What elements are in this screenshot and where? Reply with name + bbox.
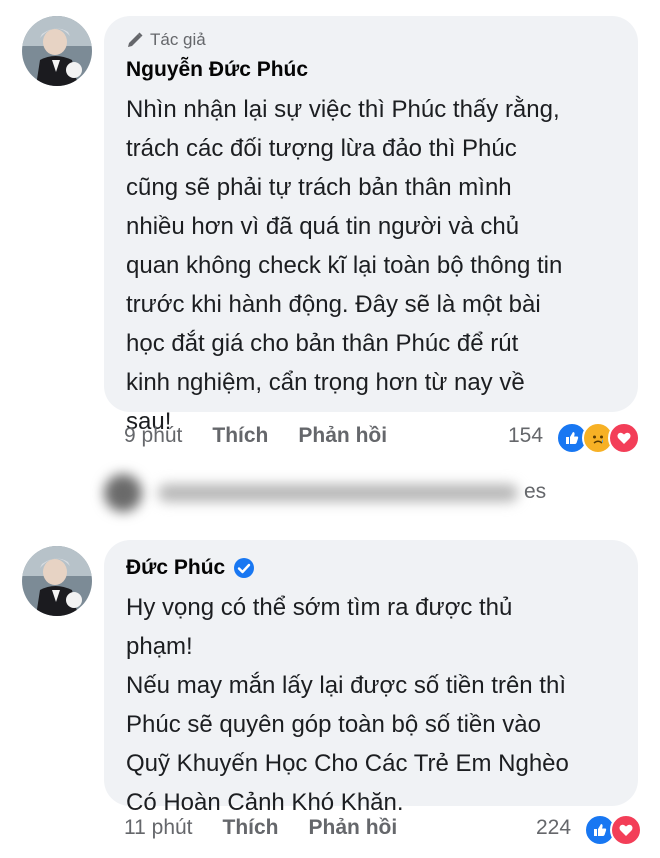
comment-text: Nhìn nhận lại sự việc thì Phúc thấy rằng… bbox=[126, 96, 563, 435]
comment-actions: 11 phút Thích Phản hồi bbox=[124, 816, 397, 840]
reply-button[interactable]: Phản hồi bbox=[309, 816, 398, 840]
reaction-count[interactable]: 224 bbox=[536, 816, 571, 840]
view-replies-link[interactable]: es bbox=[524, 480, 546, 504]
avatar[interactable] bbox=[22, 546, 92, 616]
blurred-reply-avatar bbox=[104, 474, 142, 512]
pencil-icon bbox=[128, 32, 143, 47]
love-icon bbox=[610, 814, 642, 846]
comment-time[interactable]: 9 phút bbox=[124, 424, 182, 448]
reply-button[interactable]: Phản hồi bbox=[298, 424, 387, 448]
verified-icon bbox=[234, 558, 255, 578]
reaction-count[interactable]: 154 bbox=[508, 424, 543, 448]
author-badge-label: Tác giả bbox=[150, 30, 206, 49]
avatar[interactable] bbox=[22, 16, 92, 86]
love-icon bbox=[608, 422, 640, 454]
reaction-icons[interactable] bbox=[556, 422, 640, 454]
blurred-reply-text bbox=[158, 484, 518, 502]
reaction-icons[interactable] bbox=[584, 814, 642, 846]
comment-author[interactable]: Đức Phúc bbox=[126, 556, 255, 580]
comment-author-name[interactable]: Đức Phúc bbox=[126, 556, 225, 580]
like-button[interactable]: Thích bbox=[223, 816, 279, 840]
comment-time[interactable]: 11 phút bbox=[124, 816, 193, 840]
like-button[interactable]: Thích bbox=[212, 424, 268, 448]
comment-author[interactable]: Nguyễn Đức Phúc bbox=[126, 58, 308, 82]
comment-text: Hy vọng có thể sớm tìm ra được thủ phạm!… bbox=[126, 594, 569, 816]
author-badge: Tác giả bbox=[126, 30, 206, 50]
comment-actions: 9 phút Thích Phản hồi bbox=[124, 424, 387, 448]
